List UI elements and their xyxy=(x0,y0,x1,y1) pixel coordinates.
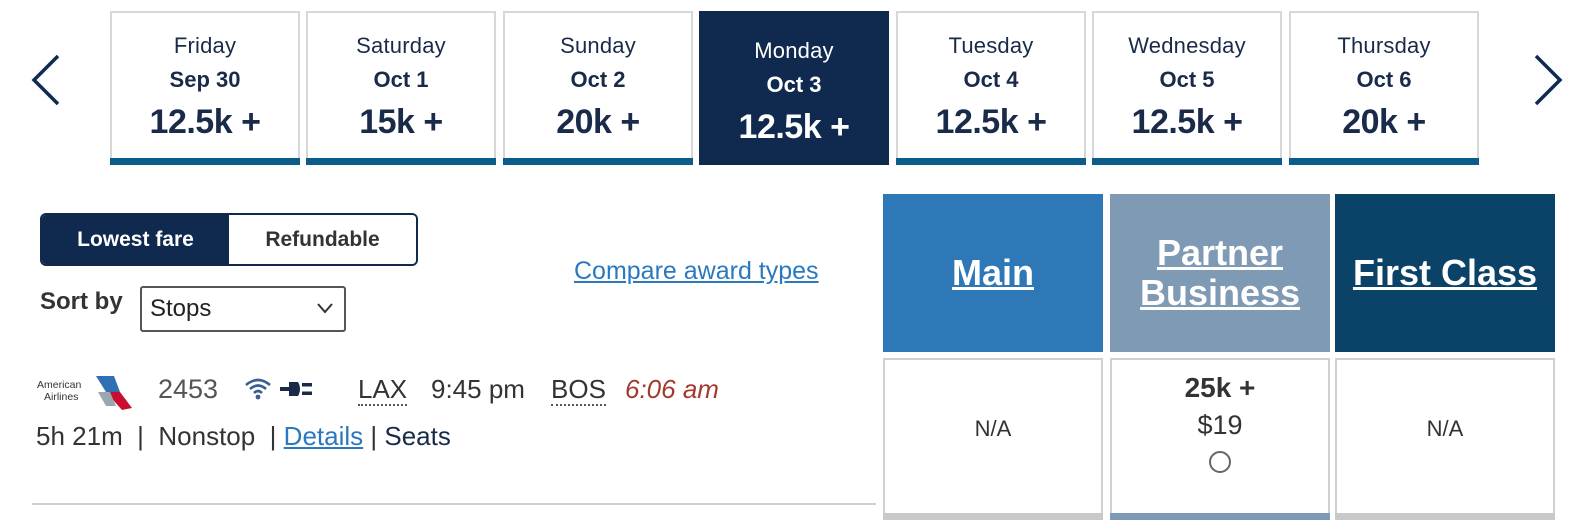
date-tile-day: Tuesday xyxy=(948,33,1034,58)
class-header-partner-business[interactable]: Partner Business xyxy=(1110,194,1330,352)
flight-duration: 5h 21m xyxy=(36,421,123,451)
price-miles: 25k + xyxy=(1184,372,1256,403)
price-main-unavailable: N/A xyxy=(974,416,1012,441)
date-tile-oct-4[interactable]: Tuesday Oct 4 12.5k + xyxy=(896,11,1086,165)
date-tile-fare: 12.5k + xyxy=(738,108,850,146)
class-header-main[interactable]: Main xyxy=(883,194,1103,352)
date-tile-day: Wednesday xyxy=(1128,33,1246,58)
date-tile-oct-5[interactable]: Wednesday Oct 5 12.5k + xyxy=(1092,11,1282,165)
date-tile-fare: 20k + xyxy=(1342,103,1426,141)
date-tile-date: Oct 3 xyxy=(766,72,822,97)
sort-select[interactable]: Stops xyxy=(140,286,346,332)
previous-dates-arrow-icon[interactable] xyxy=(26,50,66,110)
date-tile-fare: 12.5k + xyxy=(935,103,1047,141)
row-divider xyxy=(32,503,876,505)
date-tile-fare: 12.5k + xyxy=(149,103,261,141)
date-tile-day: Thursday xyxy=(1337,33,1431,58)
arrival-time: 6:06 am xyxy=(625,374,719,404)
next-dates-arrow-icon[interactable] xyxy=(1528,50,1568,110)
date-tile-sep-30[interactable]: Friday Sep 30 12.5k + xyxy=(110,11,300,165)
price-cash: $19 xyxy=(1197,410,1243,440)
price-cell-main: N/A xyxy=(883,358,1103,520)
origin-airport[interactable]: LAX xyxy=(358,374,408,406)
seats-link[interactable]: Seats xyxy=(384,421,451,451)
destination-airport[interactable]: BOS xyxy=(551,374,606,406)
date-tile-date: Sep 30 xyxy=(169,67,241,92)
departure-time: 9:45 pm xyxy=(431,374,525,404)
details-link[interactable]: Details xyxy=(284,421,363,451)
date-tile-date: Oct 6 xyxy=(1356,67,1412,92)
wifi-icon xyxy=(245,378,271,400)
date-tile-oct-2[interactable]: Sunday Oct 2 20k + xyxy=(503,11,693,165)
flight-meta: 5h 21m | Nonstop | Details | Seats xyxy=(36,421,451,451)
refundable-option[interactable]: Refundable xyxy=(229,215,416,264)
date-tile-day: Saturday xyxy=(356,33,446,58)
american-airlines-logo: American Airlines xyxy=(36,372,136,414)
date-tile-fare: 12.5k + xyxy=(1131,103,1243,141)
airline-logo-text: American Airlines xyxy=(37,379,82,403)
class-header-partner-business-label: Partner Business xyxy=(1140,232,1301,313)
date-tile-date: Oct 2 xyxy=(570,67,626,92)
price-cell-first-class: N/A xyxy=(1335,358,1555,520)
date-tile-fare: 15k + xyxy=(359,103,443,141)
lowest-fare-option[interactable]: Lowest fare xyxy=(42,215,229,264)
flight-stops: Nonstop xyxy=(158,421,256,451)
sort-select-value: Stops xyxy=(150,295,212,322)
date-tile-oct-3-selected[interactable]: Monday Oct 3 12.5k + xyxy=(699,11,889,165)
class-header-first-class[interactable]: First Class xyxy=(1335,194,1555,352)
date-tile-date: Oct 4 xyxy=(963,67,1019,92)
flight-number: 2453 xyxy=(158,374,219,404)
date-tile-oct-1[interactable]: Saturday Oct 1 15k + xyxy=(306,11,496,165)
date-tile-fare: 20k + xyxy=(556,103,640,141)
compare-award-types-link[interactable]: Compare award types xyxy=(574,257,819,286)
price-cell-partner-business[interactable]: 25k + $19 xyxy=(1110,358,1330,520)
date-tile-oct-6[interactable]: Thursday Oct 6 20k + xyxy=(1289,11,1479,165)
price-first-unavailable: N/A xyxy=(1426,416,1464,441)
select-fare-radio[interactable] xyxy=(1209,451,1231,473)
date-tile-day: Friday xyxy=(173,33,237,58)
power-outlet-icon xyxy=(280,382,312,396)
date-tile-day: Sunday xyxy=(560,33,636,58)
chevron-down-icon xyxy=(317,303,333,314)
date-tile-date: Oct 1 xyxy=(373,67,429,92)
date-tile-date: Oct 5 xyxy=(1159,67,1215,92)
fare-type-toggle: Lowest fare Refundable xyxy=(40,213,418,266)
sort-label: Sort by xyxy=(40,288,123,315)
date-tile-day: Monday xyxy=(754,38,834,63)
